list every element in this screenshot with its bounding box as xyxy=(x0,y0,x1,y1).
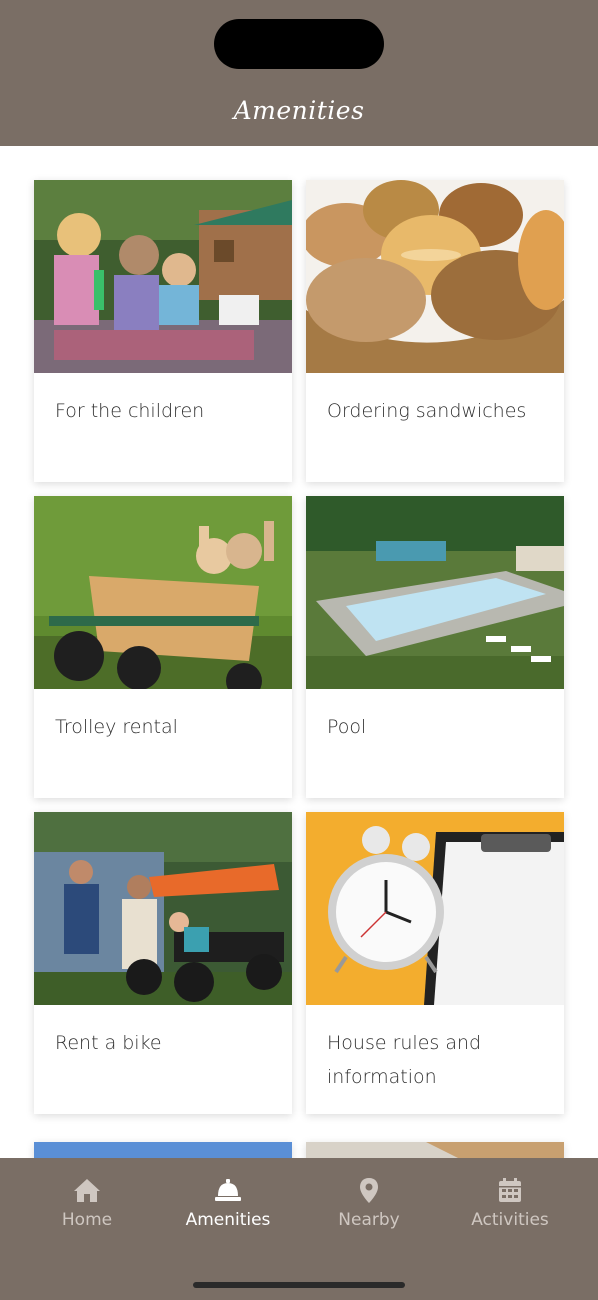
tab-activities[interactable]: Activities xyxy=(440,1176,580,1230)
amenities-grid: For the children Ordering sandwiches Tro… xyxy=(0,146,598,1158)
page-title: Amenities xyxy=(233,96,365,125)
partial-photo-right xyxy=(306,1142,564,1158)
home-icon xyxy=(74,1179,100,1202)
card-label: House rules and information xyxy=(327,1032,482,1088)
bell-icon xyxy=(215,1179,241,1201)
home-indicator xyxy=(193,1282,405,1288)
tab-label: Amenities xyxy=(185,1210,271,1230)
sandwiches-photo xyxy=(306,180,564,373)
amenity-card-children[interactable]: For the children xyxy=(34,180,292,482)
amenity-card-partial-left[interactable] xyxy=(34,1142,292,1158)
amenity-card-trolley[interactable]: Trolley rental xyxy=(34,496,292,798)
amenity-card-house-rules[interactable]: House rules and information xyxy=(306,812,564,1114)
card-label: For the children xyxy=(55,400,205,422)
partial-photo-left xyxy=(34,1142,292,1158)
tab-home[interactable]: Home xyxy=(17,1176,157,1230)
tab-amenities[interactable]: Amenities xyxy=(158,1176,298,1230)
pool-photo xyxy=(306,496,564,689)
calendar-icon xyxy=(499,1178,521,1202)
amenity-card-sandwiches[interactable]: Ordering sandwiches xyxy=(306,180,564,482)
amenity-card-pool[interactable]: Pool xyxy=(306,496,564,798)
tab-nearby[interactable]: Nearby xyxy=(299,1176,439,1230)
amenity-card-partial-right[interactable] xyxy=(306,1142,564,1158)
bottom-tab-bar: Home Amenities Nearby Activities xyxy=(0,1158,598,1300)
children-photo xyxy=(34,180,292,373)
bike-photo xyxy=(34,812,292,1005)
trolley-photo xyxy=(34,496,292,689)
tab-label: Nearby xyxy=(338,1210,400,1230)
dynamic-island xyxy=(214,19,384,69)
tab-label: Activities xyxy=(471,1210,549,1230)
tab-label: Home xyxy=(61,1210,113,1230)
map-pin-icon xyxy=(360,1178,378,1203)
amenity-card-bike[interactable]: Rent a bike xyxy=(34,812,292,1114)
card-label: Trolley rental xyxy=(55,716,178,738)
card-label: Ordering sandwiches xyxy=(327,400,527,422)
app-header: Amenities xyxy=(0,0,598,146)
card-label: Pool xyxy=(327,716,367,738)
house-rules-photo xyxy=(306,812,564,1005)
card-label: Rent a bike xyxy=(55,1032,162,1054)
